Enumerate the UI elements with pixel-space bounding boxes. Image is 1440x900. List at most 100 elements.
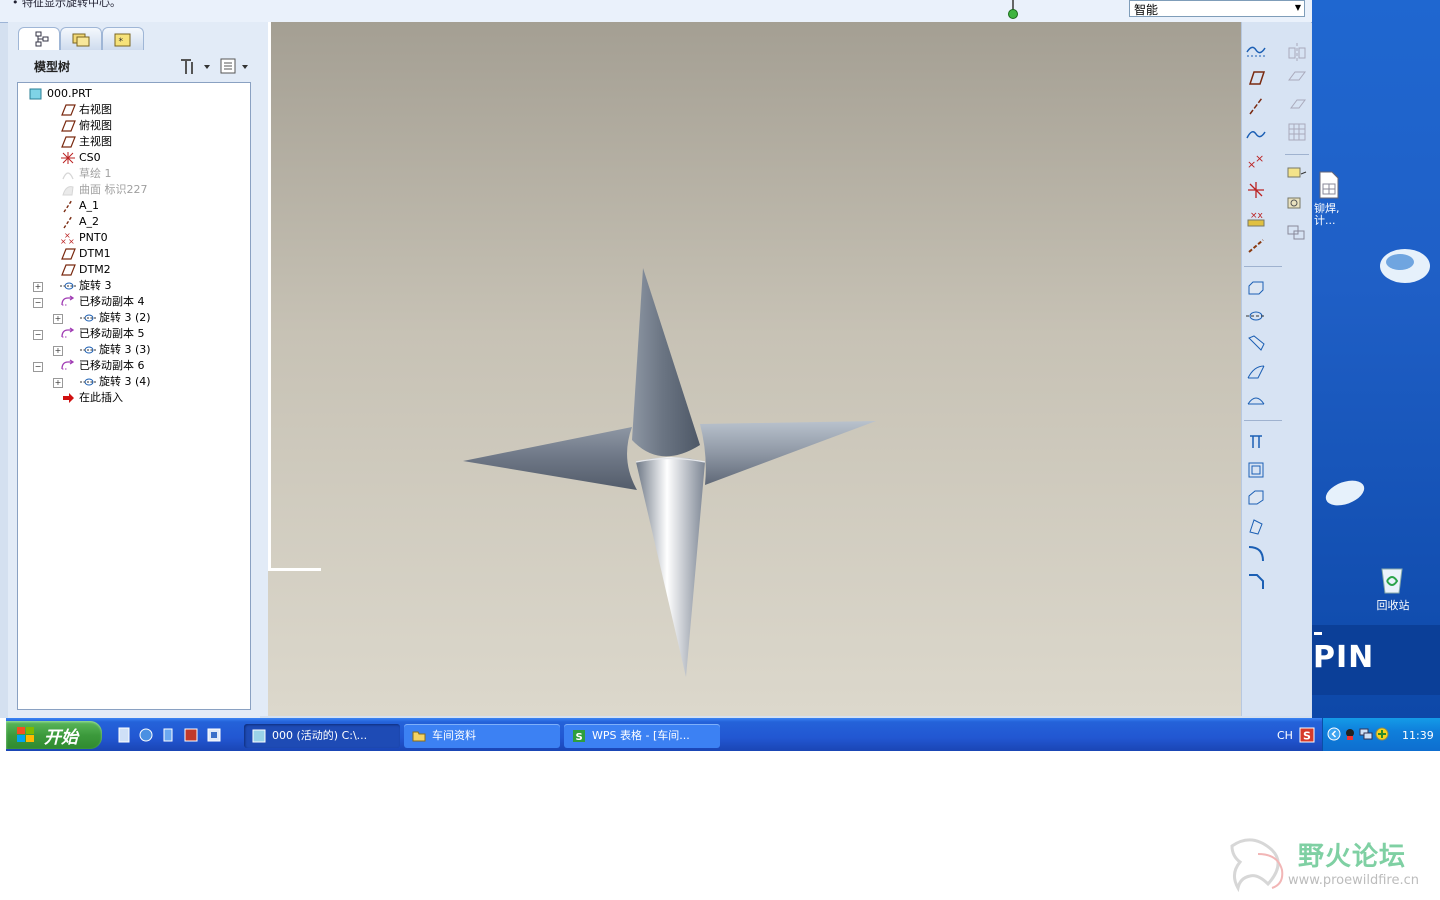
variable-sweep-icon[interactable]: [1244, 332, 1268, 356]
merge-tool-icon[interactable]: [1285, 66, 1309, 90]
tree-node[interactable]: 旋转 3: [60, 278, 112, 294]
revolve-tool-icon[interactable]: [1244, 304, 1268, 328]
viewport-left-rule: [268, 22, 271, 568]
tree-node[interactable]: 曲面 标识227: [60, 182, 148, 198]
expand-toggle[interactable]: +: [53, 346, 63, 356]
datum-display-icon[interactable]: [1244, 38, 1268, 62]
task-folder-window[interactable]: 车间资料: [404, 724, 560, 748]
datum-plane-icon: [61, 120, 76, 132]
annotation-icon[interactable]: [1285, 164, 1309, 188]
quicklaunch-browser-icon[interactable]: [138, 727, 154, 743]
tree-node-label: 曲面 标识227: [79, 183, 148, 196]
collapse-toggle[interactable]: −: [33, 362, 43, 372]
layers-tab[interactable]: [60, 27, 102, 50]
svg-text:×: ×: [1255, 152, 1264, 165]
network-tray-icon[interactable]: [1359, 727, 1373, 741]
toolbar-separator: [1285, 154, 1309, 155]
tree-node[interactable]: 已移动副本 5: [60, 326, 145, 342]
document-icon[interactable]: [1318, 168, 1340, 200]
tree-node[interactable]: 000.PRT: [28, 86, 92, 102]
tree-node-label: 旋转 3 (3): [99, 343, 151, 356]
mirror-tool-icon[interactable]: [1285, 40, 1309, 64]
quicklaunch-doc-icon[interactable]: [116, 727, 132, 743]
tree-node[interactable]: 右视图: [60, 102, 112, 118]
tree-node[interactable]: 在此插入: [60, 390, 123, 406]
tree-node[interactable]: 主视图: [60, 134, 112, 150]
analysis-feature-icon[interactable]: ×x: [1244, 206, 1268, 230]
coordinate-system-icon: [61, 152, 75, 164]
model-tree-tab[interactable]: [18, 27, 60, 50]
tree-node[interactable]: CS0: [60, 150, 101, 166]
favorites-icon: *: [114, 33, 131, 47]
svg-text:S: S: [576, 732, 583, 743]
collapse-toggle[interactable]: −: [33, 330, 43, 340]
tree-show-options-icon[interactable]: [218, 56, 252, 76]
hole-tool-icon[interactable]: [1244, 430, 1268, 454]
trim-tool-icon[interactable]: [1285, 92, 1309, 116]
message-bar: • 特征显示旋转中心。 智能 ▼: [0, 0, 1312, 23]
tree-node[interactable]: 旋转 3 (3): [80, 342, 151, 358]
tree-node[interactable]: × × × PNT0: [60, 230, 108, 246]
shell-tool-icon[interactable]: [1244, 458, 1268, 482]
tree-settings-tools-icon[interactable]: [178, 56, 212, 76]
tree-node[interactable]: 已移动副本 6: [60, 358, 145, 374]
annotation-edit-icon[interactable]: [1285, 192, 1309, 216]
input-language-indicator[interactable]: CH: [1277, 729, 1293, 742]
tree-node[interactable]: DTM2: [60, 262, 111, 278]
tree-node[interactable]: 旋转 3 (2): [80, 310, 151, 326]
tree-node-label: DTM1: [79, 247, 111, 260]
recycle-bin-icon[interactable]: [1376, 563, 1408, 595]
tree-node[interactable]: A_1: [60, 198, 99, 214]
selection-filter-dropdown[interactable]: 智能 ▼: [1129, 0, 1305, 17]
tree-node-label: 已移动副本 4: [79, 295, 145, 308]
document-label-line2: 计...: [1314, 214, 1336, 227]
collapse-toggle[interactable]: −: [33, 298, 43, 308]
tree-node[interactable]: 草绘 1: [60, 166, 112, 182]
datum-plane-icon: [61, 136, 76, 148]
datum-axis-tool-icon[interactable]: [1244, 94, 1268, 118]
datum-plane-tool-icon[interactable]: [1244, 66, 1268, 90]
expand-toggle[interactable]: +: [33, 282, 43, 292]
security-tray-icon[interactable]: [1375, 727, 1389, 741]
star-model[interactable]: [268, 22, 1241, 716]
datum-plane-icon: [61, 104, 76, 116]
datum-feature-toolbar: × × ×x: [1241, 22, 1284, 716]
draft-tool-icon[interactable]: [1244, 514, 1268, 538]
quicklaunch-pdf-icon[interactable]: [183, 727, 199, 743]
favorites-tab[interactable]: *: [102, 27, 144, 50]
tree-node[interactable]: 俯视图: [60, 118, 112, 134]
round-tool-icon[interactable]: [1244, 542, 1268, 566]
revolve-icon: [60, 282, 76, 290]
tree-node[interactable]: 已移动副本 4: [60, 294, 145, 310]
tree-node[interactable]: 旋转 3 (4): [80, 374, 151, 390]
graphics-viewport[interactable]: [268, 22, 1241, 716]
rib-tool-icon[interactable]: [1244, 486, 1268, 510]
filter-value: 智能: [1134, 3, 1159, 17]
boundary-blend-icon[interactable]: [1244, 360, 1268, 384]
quicklaunch-media-icon[interactable]: [160, 727, 176, 743]
task-proe-window[interactable]: 000 (活动的) C:\...: [244, 724, 400, 748]
datum-curve-tool-icon[interactable]: [1244, 122, 1268, 146]
pattern-tool-icon[interactable]: [1285, 120, 1309, 144]
expand-toggle[interactable]: +: [53, 378, 63, 388]
tree-node[interactable]: DTM1: [60, 246, 111, 262]
chevron-left-icon[interactable]: [1327, 727, 1341, 741]
expand-toggle[interactable]: +: [53, 314, 63, 324]
datum-point-tool-icon[interactable]: ××: [1244, 150, 1268, 174]
regen-status-light-icon[interactable]: [1006, 0, 1020, 20]
panel-splitter[interactable]: [258, 22, 268, 716]
show-desktop-icon[interactable]: [206, 727, 222, 743]
wps-tray-icon[interactable]: S: [1299, 727, 1315, 743]
chain-link-icon[interactable]: [1244, 234, 1268, 258]
extrude-tool-icon[interactable]: [1244, 276, 1268, 300]
task-wps-window[interactable]: S WPS 表格 - [车间...: [564, 724, 720, 748]
tree-node-label: A_1: [79, 199, 100, 212]
qq-tray-icon[interactable]: [1343, 727, 1357, 741]
annotation-table-icon[interactable]: [1285, 220, 1309, 244]
task-label: 000 (活动的) C:\...: [272, 729, 368, 742]
tree-node[interactable]: A_2: [60, 214, 99, 230]
chamfer-tool-icon[interactable]: [1244, 570, 1268, 594]
coordinate-system-tool-icon[interactable]: [1244, 178, 1268, 202]
style-tool-icon[interactable]: [1244, 388, 1268, 412]
svg-text:×x: ×x: [1250, 211, 1264, 221]
